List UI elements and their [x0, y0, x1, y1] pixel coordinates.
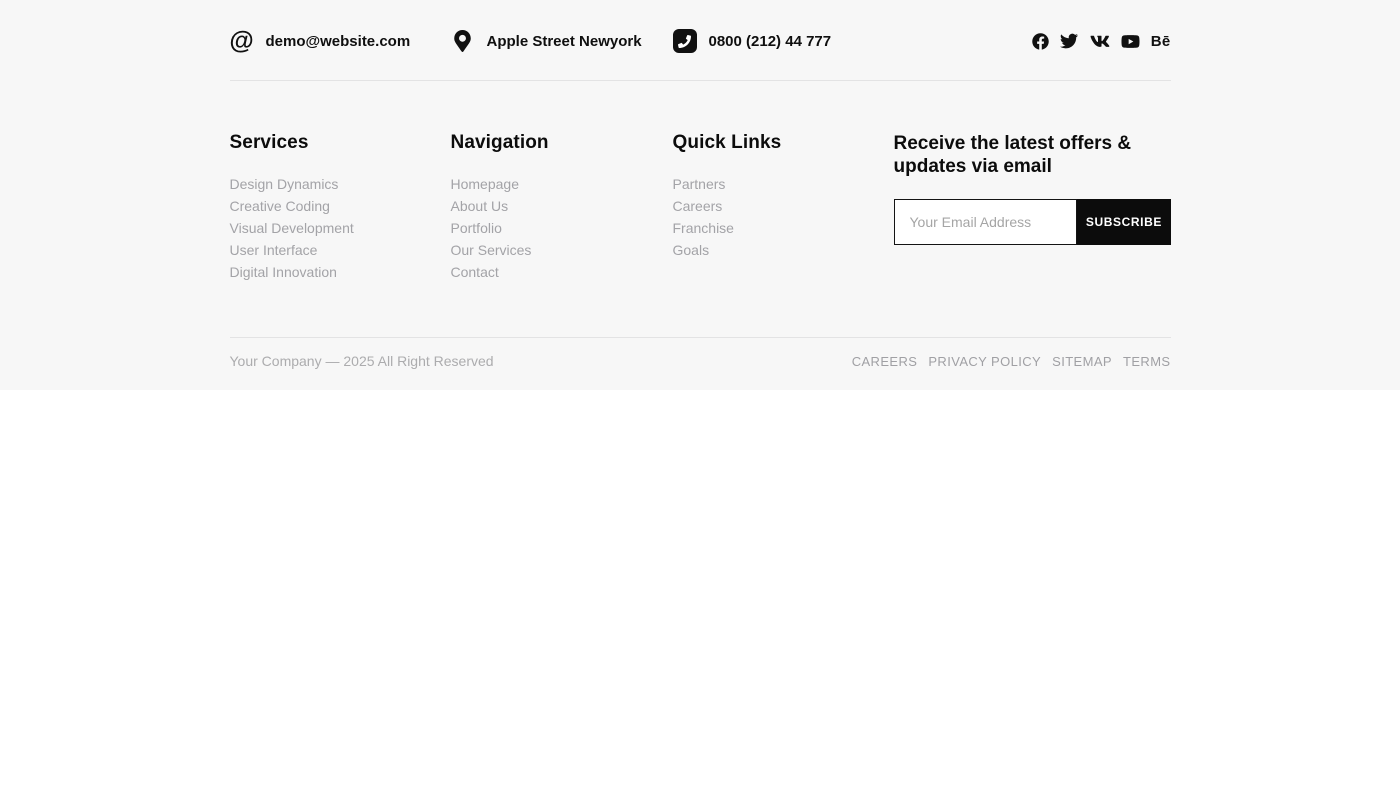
- list-item: Design Dynamics: [230, 173, 451, 195]
- link-terms[interactable]: TERMS: [1123, 354, 1171, 369]
- address-contact-label: Apple Street Newyork: [486, 32, 642, 50]
- subscribe-button[interactable]: SUBSCRIBE: [1077, 199, 1171, 246]
- link-franchise[interactable]: Franchise: [673, 220, 734, 236]
- link-about-us[interactable]: About Us: [451, 198, 509, 214]
- phone-contact-link[interactable]: 0800 (212) 44 777: [672, 29, 894, 53]
- link-contact[interactable]: Contact: [451, 264, 499, 280]
- link-visual-development[interactable]: Visual Development: [230, 220, 354, 236]
- address-contact-link[interactable]: Apple Street Newyork: [451, 29, 673, 53]
- copyright-text: Your Company — 2025 All Right Reserved: [229, 353, 494, 369]
- list-item: Contact: [451, 261, 673, 283]
- link-creative-coding[interactable]: Creative Coding: [230, 198, 330, 214]
- footer-columns: Services Design Dynamics Creative Coding…: [230, 81, 1171, 337]
- newsletter-column: Receive the latest offers & updates via …: [893, 132, 1171, 246]
- subscribe-form: SUBSCRIBE: [893, 199, 1171, 246]
- list-item: Visual Development: [230, 217, 451, 239]
- email-contact-link[interactable]: @ demo@website.com: [229, 26, 451, 55]
- newsletter-title: Receive the latest offers & updates via …: [893, 133, 1132, 178]
- quick-links-column-title: Quick Links: [672, 132, 782, 153]
- link-careers[interactable]: Careers: [673, 198, 723, 214]
- youtube-icon: [1121, 34, 1140, 48]
- list-item: Homepage: [451, 173, 673, 195]
- list-item: About Us: [451, 195, 673, 217]
- link-privacy-policy[interactable]: PRIVACY POLICY: [928, 354, 1041, 369]
- navigation-column: Navigation Homepage About Us Portfolio O…: [451, 132, 673, 283]
- services-column-title: Services: [229, 132, 309, 153]
- social-youtube-link[interactable]: [1121, 31, 1140, 51]
- list-item: Digital Innovation: [230, 261, 451, 283]
- link-portfolio[interactable]: Portfolio: [451, 220, 502, 236]
- link-sitemap[interactable]: SITEMAP: [1052, 354, 1112, 369]
- email-contact-label: demo@website.com: [265, 32, 411, 50]
- legal-links: CAREERS PRIVACY POLICY SITEMAP TERMS: [852, 354, 1171, 369]
- link-user-interface[interactable]: User Interface: [230, 242, 318, 258]
- behance-icon: Bē: [1150, 32, 1171, 50]
- list-item: Careers: [673, 195, 894, 217]
- services-column: Services Design Dynamics Creative Coding…: [230, 132, 451, 283]
- phone-icon: [672, 29, 697, 53]
- contact-bar: @ demo@website.com Apple Street Newyork …: [229, 0, 1171, 80]
- navigation-column-title: Navigation: [450, 132, 549, 153]
- social-vk-link[interactable]: [1089, 31, 1110, 51]
- social-behance-link[interactable]: Bē: [1151, 31, 1171, 51]
- vk-icon: [1090, 35, 1110, 47]
- email-subscribe-input[interactable]: [893, 199, 1078, 246]
- list-item: Partners: [673, 173, 894, 195]
- phone-contact-label: 0800 (212) 44 777: [708, 32, 832, 50]
- twitter-icon: [1059, 33, 1078, 49]
- link-digital-innovation[interactable]: Digital Innovation: [230, 264, 337, 280]
- quick-links-column: Quick Links Partners Careers Franchise G…: [673, 132, 894, 261]
- list-item: Portfolio: [451, 217, 673, 239]
- list-item: Creative Coding: [230, 195, 451, 217]
- social-links: Bē: [1031, 31, 1171, 51]
- link-design-dynamics[interactable]: Design Dynamics: [230, 176, 339, 192]
- link-careers-legal[interactable]: CAREERS: [852, 354, 918, 369]
- social-facebook-link[interactable]: [1031, 31, 1049, 51]
- list-item: Franchise: [673, 217, 894, 239]
- list-item: Goals: [673, 239, 894, 261]
- list-item: User Interface: [230, 239, 451, 261]
- facebook-icon: [1031, 32, 1049, 50]
- footer-bottom-bar: Your Company — 2025 All Right Reserved C…: [230, 338, 1171, 390]
- link-partners[interactable]: Partners: [673, 176, 726, 192]
- location-pin-icon: [451, 29, 475, 53]
- link-goals[interactable]: Goals: [673, 242, 710, 258]
- at-icon: @: [229, 26, 254, 55]
- social-twitter-link[interactable]: [1059, 31, 1078, 51]
- list-item: Our Services: [451, 239, 673, 261]
- link-homepage[interactable]: Homepage: [451, 176, 520, 192]
- footer-section: @ demo@website.com Apple Street Newyork …: [0, 0, 1400, 390]
- link-our-services[interactable]: Our Services: [451, 242, 532, 258]
